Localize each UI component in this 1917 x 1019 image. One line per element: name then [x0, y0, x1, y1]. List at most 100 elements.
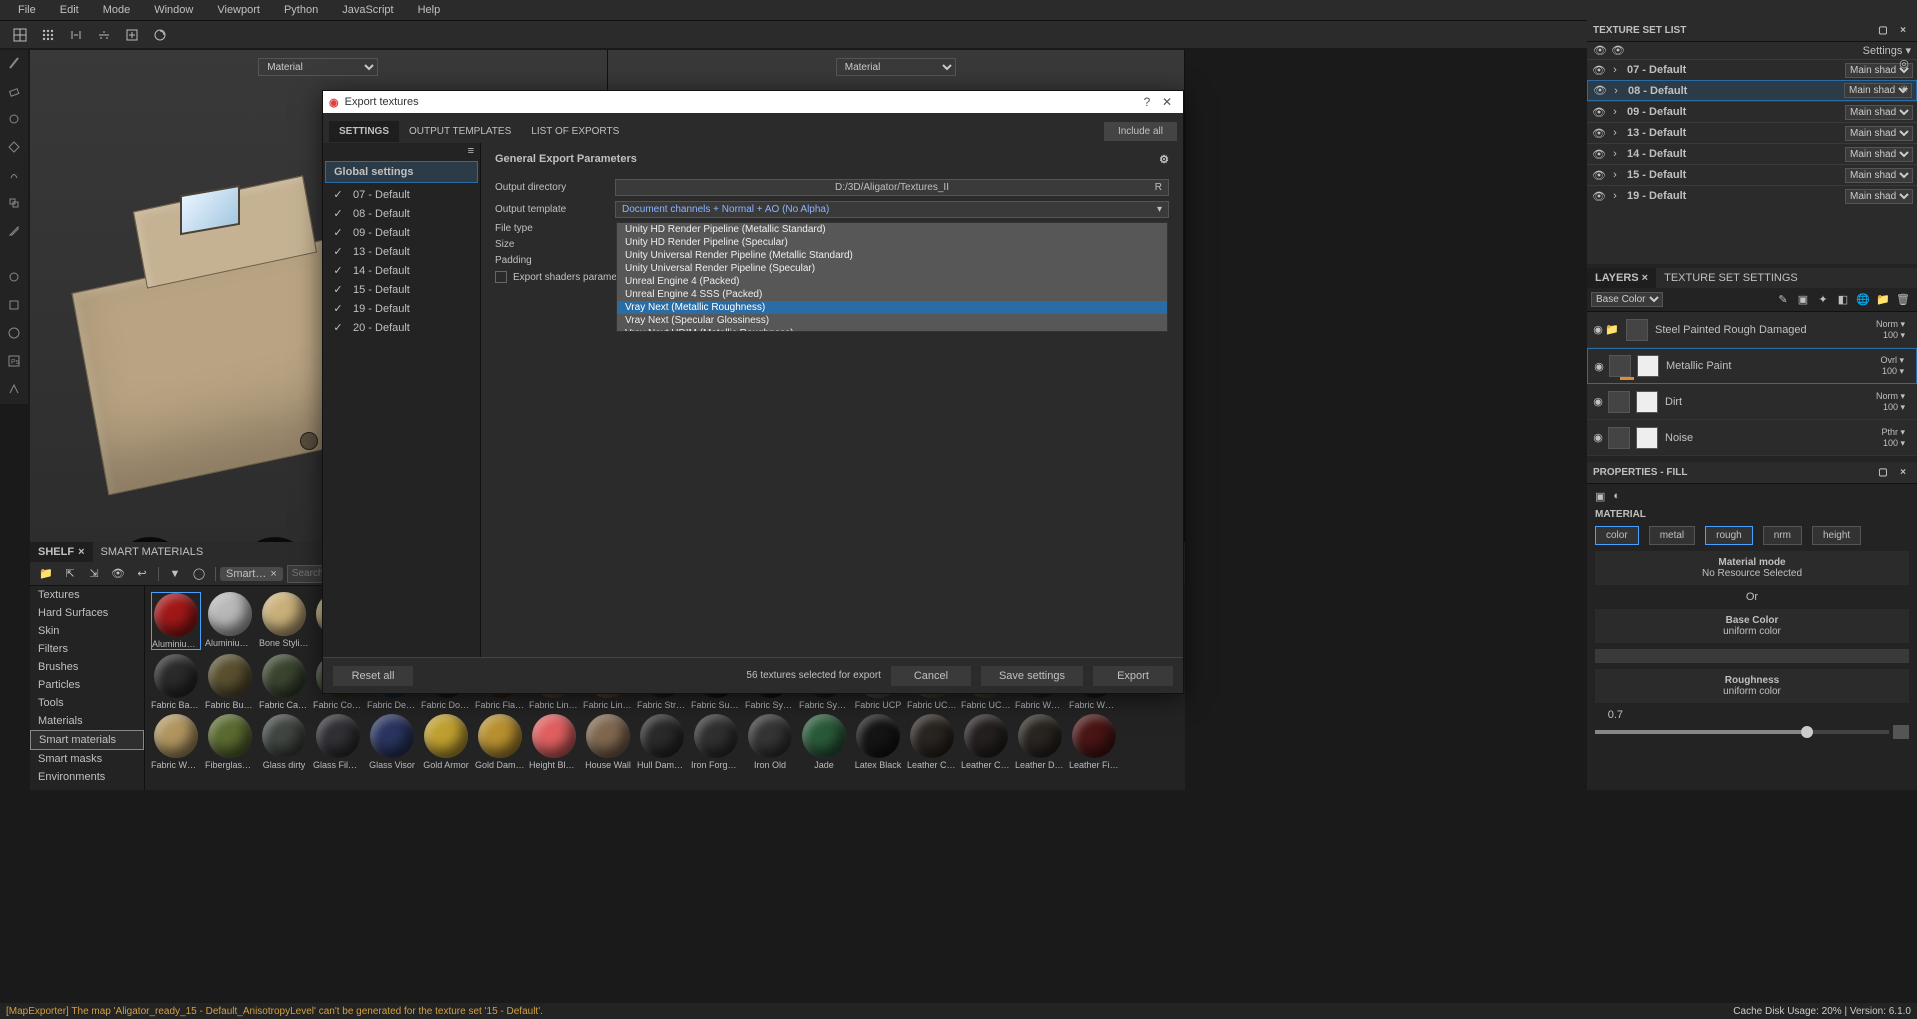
export-set-row[interactable]: ✓20 - Default	[323, 318, 480, 337]
blend-mode[interactable]: Norm ▾	[1876, 391, 1905, 402]
cat-color-profiles[interactable]: Color profiles	[30, 786, 144, 790]
shelf-item[interactable]: Aluminium …	[151, 592, 201, 650]
pill-rough[interactable]: rough	[1705, 526, 1753, 545]
blend-mode[interactable]: Pthr ▾	[1881, 427, 1905, 438]
export-set-row[interactable]: ✓19 - Default	[323, 299, 480, 318]
chevron-right-icon[interactable]: ›	[1607, 64, 1623, 76]
visibility-icon[interactable]: 👁	[1591, 106, 1607, 119]
gear-icon[interactable]: ⚙	[1159, 153, 1169, 166]
menu-viewport[interactable]: Viewport	[205, 4, 272, 16]
effect-icon[interactable]: ✦	[1814, 291, 1832, 309]
dropdown-option[interactable]: Vray Next (Specular Glossiness)	[617, 314, 1167, 327]
dropdown-option[interactable]: Vray Next (Metallic Roughness)	[617, 301, 1167, 314]
opacity-value[interactable]: 100 ▾	[1876, 402, 1905, 413]
hide-icon[interactable]: 👁	[108, 564, 128, 584]
check-icon[interactable]: ✓	[331, 283, 345, 296]
menu-file[interactable]: File	[6, 4, 48, 16]
chevron-right-icon[interactable]: ›	[1607, 148, 1623, 160]
menu-edit[interactable]: Edit	[48, 4, 91, 16]
check-icon[interactable]: ✓	[331, 245, 345, 258]
dialog-close-button[interactable]: ✕	[1157, 95, 1177, 109]
clone-icon[interactable]	[0, 190, 28, 216]
cat-smart-materials[interactable]: Smart materials	[30, 730, 144, 750]
blend-mode[interactable]: Ovrl ▾	[1880, 355, 1904, 366]
texture-set-row[interactable]: 👁 › 07 - Default Main shader	[1587, 59, 1917, 80]
brush-icon[interactable]	[0, 50, 28, 76]
mask-icon[interactable]: ▣	[1794, 291, 1812, 309]
shelf-item[interactable]: Leather Cre…	[961, 714, 1011, 770]
fr-btn-2[interactable]: ☀	[1891, 76, 1917, 102]
texture-set-row[interactable]: 👁 › 14 - Default Main shader	[1587, 143, 1917, 164]
reset-all-button[interactable]: Reset all	[333, 666, 413, 686]
opacity-value[interactable]: 100 ▾	[1880, 366, 1904, 377]
layer-row[interactable]: ◉ Dirt Norm ▾100 ▾	[1587, 384, 1917, 420]
base-color-block[interactable]: Base Color uniform color	[1595, 609, 1909, 643]
visibility-icon[interactable]: ◉	[1591, 395, 1605, 408]
visibility-icon[interactable]: 👁	[1591, 148, 1607, 161]
visibility-icon[interactable]: 👁	[1591, 64, 1607, 77]
shader-select[interactable]: Main shader	[1845, 147, 1913, 162]
dropdown-option[interactable]: Unity HD Render Pipeline (Specular)	[617, 236, 1167, 249]
texture-set-row[interactable]: 👁 › 15 - Default Main shader	[1587, 164, 1917, 185]
projection-icon[interactable]	[0, 106, 28, 132]
dropdown-option[interactable]: Unreal Engine 4 (Packed)	[617, 275, 1167, 288]
close-icon[interactable]: ×	[78, 546, 84, 558]
menu-javascript[interactable]: JavaScript	[330, 4, 405, 16]
texture-set-row[interactable]: 👁 › 08 - Default Main shader	[1587, 80, 1917, 101]
shelf-item[interactable]: Glass dirty	[259, 714, 309, 770]
shelf-item[interactable]: Bone Stylized	[259, 592, 309, 650]
shelf-item[interactable]: Leather Da…	[1015, 714, 1065, 770]
wand-icon[interactable]: ✎	[1774, 291, 1792, 309]
visibility-icon[interactable]: ◉	[1592, 360, 1606, 373]
polyfill-icon[interactable]	[0, 134, 28, 160]
shelf-item[interactable]: Latex Black	[853, 714, 903, 770]
output-template-dropdown[interactable]: Document channels + Normal + AO (No Alph…	[615, 201, 1169, 218]
browse-icon[interactable]: R	[1155, 182, 1162, 193]
shelf-item[interactable]: Glass Film …	[313, 714, 363, 770]
smudge-icon[interactable]	[0, 162, 28, 188]
shader-select[interactable]: Main shader	[1845, 105, 1913, 120]
cat-particles[interactable]: Particles	[30, 676, 144, 694]
viewport-material-select-right[interactable]: Material	[836, 58, 956, 76]
dropdown-option[interactable]: Unity Universal Render Pipeline (Specula…	[617, 262, 1167, 275]
layer-row[interactable]: ◉ 📁 Steel Painted Rough Damaged Norm ▾10…	[1587, 312, 1917, 348]
delete-icon[interactable]: 🗑	[1894, 291, 1912, 309]
shelf-item[interactable]: Fabric WO…	[151, 714, 201, 770]
chevron-right-icon[interactable]: ›	[1607, 127, 1623, 139]
tab-texture-set-settings[interactable]: TEXTURE SET SETTINGS	[1656, 268, 1806, 288]
check-icon[interactable]: ✓	[331, 188, 345, 201]
shelf-item[interactable]: Gold Armor	[421, 714, 471, 770]
dialog-tab-list-of-exports[interactable]: LIST OF EXPORTS	[521, 121, 629, 142]
shelf-item[interactable]: Fabric Burlap	[205, 654, 255, 710]
shelf-item[interactable]: Iron Old	[745, 714, 795, 770]
roughness-reset-icon[interactable]	[1893, 725, 1909, 739]
tab-shelf[interactable]: SHELF×	[30, 542, 93, 562]
chevron-right-icon[interactable]: ›	[1607, 169, 1623, 181]
texture-set-row[interactable]: 👁 › 19 - Default Main shader	[1587, 185, 1917, 206]
close-icon[interactable]: ×	[1642, 272, 1648, 284]
visibility-icon[interactable]: 👁	[1591, 169, 1607, 182]
tool-d-icon[interactable]	[0, 376, 28, 402]
dropdown-option[interactable]: Unity Universal Render Pipeline (Metalli…	[617, 249, 1167, 262]
shader-select[interactable]: Main shader	[1845, 189, 1913, 204]
shelf-item[interactable]: Iron Forged…	[691, 714, 741, 770]
toolbar-btn-1[interactable]	[8, 23, 32, 47]
export-set-row[interactable]: ✓14 - Default	[323, 261, 480, 280]
cat-textures[interactable]: Textures	[30, 586, 144, 604]
menu-help[interactable]: Help	[406, 4, 453, 16]
check-icon[interactable]: ✓	[331, 207, 345, 220]
layer-channel-select[interactable]: Base Color	[1591, 292, 1663, 307]
check-icon[interactable]: ✓	[331, 226, 345, 239]
export-button[interactable]: Export	[1093, 666, 1173, 686]
shelf-item[interactable]: Fiberglass …	[205, 714, 255, 770]
shelf-item[interactable]: Aluminium …	[205, 592, 255, 650]
globe-icon[interactable]: 🌐	[1854, 291, 1872, 309]
chevron-right-icon[interactable]: ›	[1608, 85, 1624, 97]
dropdown-option[interactable]: Vray Next UDIM (Metallic Roughness)	[617, 327, 1167, 332]
shelf-item[interactable]: Gold Dama…	[475, 714, 525, 770]
close-icon[interactable]: ×	[1895, 23, 1911, 39]
shelf-item[interactable]: Leather Calf…	[907, 714, 957, 770]
cancel-button[interactable]: Cancel	[891, 666, 971, 686]
check-icon[interactable]: ✓	[331, 321, 345, 334]
export-set-row[interactable]: ✓07 - Default	[323, 185, 480, 204]
